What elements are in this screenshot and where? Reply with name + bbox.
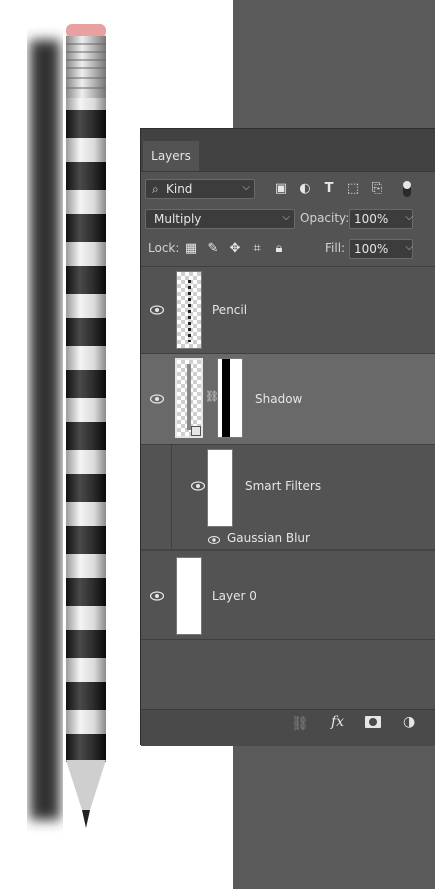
- eraser: [66, 24, 106, 38]
- tab-layers[interactable]: Layers: [143, 141, 199, 171]
- eye-icon[interactable]: [208, 535, 220, 545]
- smart-object-filter-icon[interactable]: ⎘: [369, 181, 385, 197]
- pencil-stripe: [66, 318, 106, 346]
- canvas-white-area: [140, 745, 233, 889]
- kind-label: Kind: [166, 182, 193, 196]
- eye-icon[interactable]: [150, 591, 164, 601]
- eye-icon[interactable]: [150, 305, 164, 315]
- pencil-stripe: [66, 682, 106, 710]
- layer-row-layer0[interactable]: Layer 0: [141, 551, 435, 640]
- filter-name[interactable]: Gaussian Blur: [227, 531, 310, 545]
- fx-icon[interactable]: fx: [331, 714, 344, 730]
- lock-row: Lock: ▦ ✎ ✥ ⌗ 🔒︎ Fill: 100% ⌵: [141, 237, 435, 261]
- panel-footer: ⛓︎ fx ◑: [141, 709, 435, 746]
- add-mask-icon[interactable]: [365, 716, 381, 728]
- lock-image-pixels-icon[interactable]: ✎: [205, 241, 221, 257]
- pencil-stripe: [66, 630, 106, 658]
- chevron-down-icon: ⌵: [405, 212, 413, 223]
- new-adjustment-icon[interactable]: ◑: [403, 714, 415, 730]
- pencil-artwork: [30, 24, 106, 828]
- smart-filters-row[interactable]: Smart Filters Gaussian Blur: [141, 445, 435, 551]
- type-filter-icon[interactable]: T: [321, 181, 337, 197]
- image-filter-icon[interactable]: ▣: [273, 181, 289, 197]
- pencil-stripe: [66, 474, 106, 502]
- chevron-down-icon: ⌵: [242, 182, 250, 193]
- lock-position-icon[interactable]: ✥: [227, 241, 243, 257]
- blend-row: Multiply ⌵ Opacity: 100% ⌵: [141, 207, 435, 231]
- lock-label: Lock:: [148, 241, 180, 255]
- eye-icon[interactable]: [191, 481, 205, 491]
- smart-filter-mask-thumbnail[interactable]: [207, 449, 233, 527]
- fill-input[interactable]: 100% ⌵: [349, 239, 413, 259]
- layer-name[interactable]: Pencil: [212, 303, 247, 317]
- smart-object-badge-icon: [191, 426, 201, 436]
- chevron-down-icon: ⌵: [405, 242, 413, 253]
- kind-filter-select[interactable]: ⌕ Kind ⌵: [145, 179, 255, 199]
- layer-name[interactable]: Smart Filters: [245, 479, 321, 493]
- lock-transparent-pixels-icon[interactable]: ▦: [183, 241, 199, 257]
- pencil-tip: [66, 760, 106, 810]
- chevron-down-icon: ⌵: [282, 212, 290, 223]
- eye-icon[interactable]: [150, 394, 164, 404]
- fill-value: 100%: [354, 242, 389, 256]
- layer-row-shadow[interactable]: ⛓︎ Shadow: [141, 354, 435, 445]
- fill-label: Fill:: [325, 241, 346, 255]
- blend-mode-select[interactable]: Multiply ⌵: [145, 209, 295, 229]
- opacity-input[interactable]: 100% ⌵: [349, 209, 413, 229]
- shadow-layer-thumbnail: [175, 358, 203, 438]
- pencil-stripe: [66, 110, 106, 138]
- pencil-stripe: [66, 370, 106, 398]
- blend-mode-value: Multiply: [154, 212, 202, 226]
- pencil-stripe: [66, 422, 106, 450]
- filter-toggle-icon[interactable]: [403, 181, 411, 197]
- pencil-stripe: [66, 526, 106, 554]
- lock-artboard-icon[interactable]: ⌗: [249, 241, 265, 257]
- lock-all-icon[interactable]: 🔒︎: [271, 241, 287, 257]
- layer-row-pencil[interactable]: Pencil: [141, 267, 435, 354]
- ferrule: [66, 36, 106, 98]
- layers-panel: Layers ⌕ Kind ⌵ ▣ ◐ T ⬚ ⎘ Multiply ⌵ Opa…: [140, 128, 435, 746]
- link-layers-icon[interactable]: ⛓︎: [291, 716, 309, 732]
- layer-name[interactable]: Layer 0: [212, 589, 257, 603]
- panel-tab-bar: Layers: [141, 129, 435, 172]
- pencil-stripe: [66, 734, 106, 762]
- pencil-stripe: [66, 162, 106, 190]
- opacity-label: Opacity:: [300, 211, 350, 225]
- shadow-mask-thumbnail[interactable]: [217, 358, 243, 438]
- layer-name[interactable]: Shadow: [255, 392, 302, 406]
- adjustment-filter-icon[interactable]: ◐: [297, 181, 313, 197]
- pencil-stripe: [66, 578, 106, 606]
- opacity-value: 100%: [354, 212, 389, 226]
- filter-row: ⌕ Kind ⌵ ▣ ◐ T ⬚ ⎘: [141, 177, 435, 201]
- shape-filter-icon[interactable]: ⬚: [345, 181, 361, 197]
- pencil-stripe: [66, 214, 106, 242]
- pencil-stripe: [66, 266, 106, 294]
- layer0-thumbnail: [176, 557, 202, 635]
- pencil-shadow: [30, 40, 60, 820]
- search-icon: ⌕: [152, 182, 159, 196]
- pencil-layer-thumbnail: [176, 271, 202, 349]
